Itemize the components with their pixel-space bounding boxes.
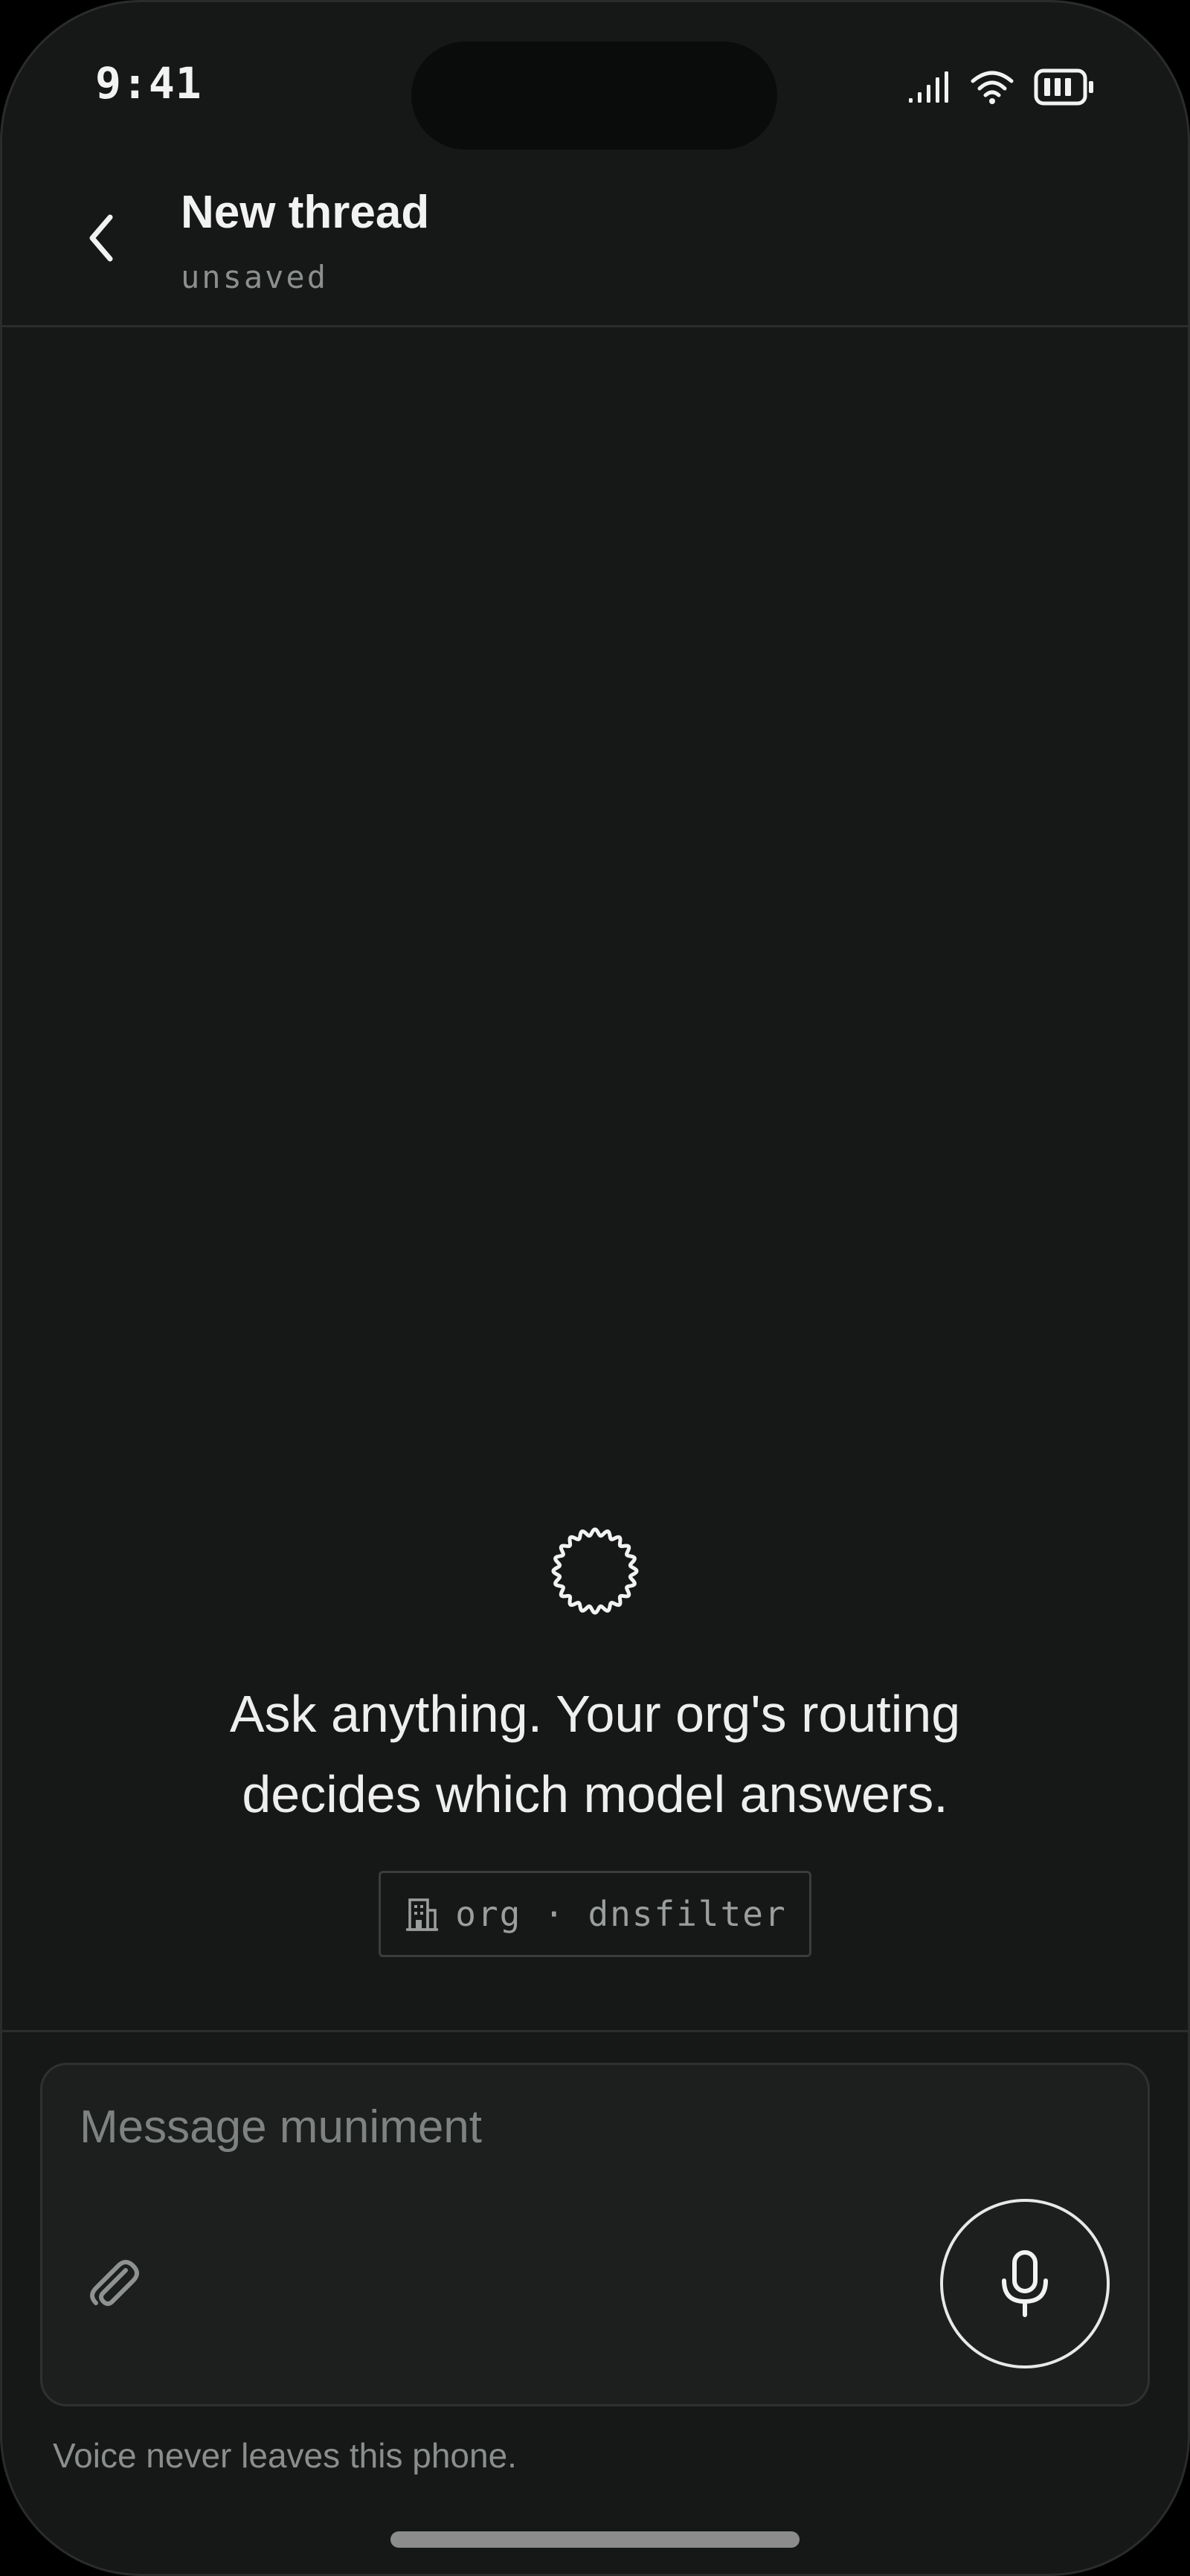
home-indicator[interactable] (390, 2531, 800, 2548)
wifi-icon (971, 71, 1014, 104)
empty-state-line-1: Ask anything. Your org's routing (229, 1685, 961, 1743)
message-composer (40, 2063, 1150, 2406)
org-badge-label: org · dnsfilter (455, 1894, 787, 1934)
chevron-left-icon (89, 214, 113, 262)
org-badge[interactable]: org · dnsfilter (379, 1871, 811, 1957)
dynamic-island (411, 42, 777, 150)
status-time: 9:41 (95, 58, 202, 109)
empty-state-message: Ask anything. Your org's routing decides… (74, 1674, 1116, 1834)
microphone-icon (1002, 2250, 1048, 2317)
thread-status: unsaved (181, 259, 329, 295)
thread-title: New thread (181, 187, 430, 238)
status-icons (907, 68, 1095, 106)
paperclip-icon (90, 2260, 139, 2306)
thread-header: New thread unsaved (0, 164, 1190, 327)
composer-divider (0, 2030, 1190, 2032)
back-button[interactable] (71, 208, 131, 268)
empty-state-line-2: decides which model answers. (242, 1765, 948, 1823)
phone-screen: 9:41 New thread unsaved Ask anything. Yo… (0, 0, 1190, 2576)
cellular-signal-icon (909, 71, 948, 103)
attach-button[interactable] (80, 2251, 148, 2319)
message-input[interactable] (80, 2093, 1106, 2160)
loading-ring-path (551, 1527, 639, 1615)
building-icon (406, 1898, 439, 1931)
battery-icon (1034, 68, 1093, 106)
loading-ring-icon (551, 1527, 639, 1615)
privacy-note: Voice never leaves this phone. (53, 2436, 517, 2475)
voice-input-button[interactable] (940, 2199, 1110, 2368)
